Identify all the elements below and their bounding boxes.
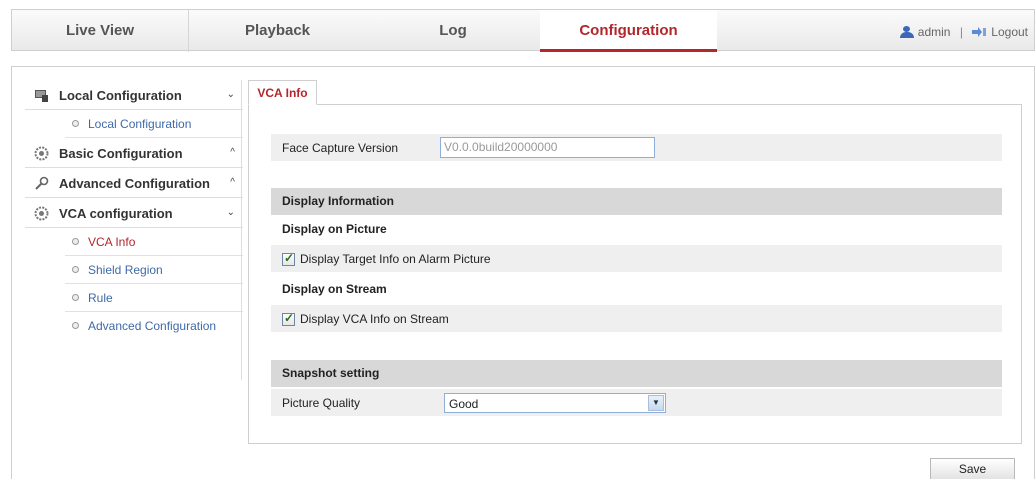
- sidebar-group-title: Basic Configuration: [59, 146, 183, 161]
- top-nav: Live View Playback Log Configuration adm…: [11, 9, 1035, 52]
- sidebar-divider: [241, 80, 242, 380]
- sidebar: Local Configuration ⌄ Local Configuratio…: [25, 80, 243, 340]
- sidebar-group-title: VCA configuration: [59, 206, 173, 221]
- tab-live-view[interactable]: Live View: [12, 10, 189, 52]
- picture-quality-label: Picture Quality: [282, 396, 361, 410]
- display-information-header: Display Information: [271, 188, 1002, 215]
- gear-icon: [34, 146, 49, 161]
- chevron-down-icon[interactable]: ⌄: [227, 207, 235, 218]
- username: admin: [917, 24, 951, 39]
- vca-stream-checkbox[interactable]: [282, 311, 295, 326]
- tab-configuration[interactable]: Configuration: [540, 10, 717, 52]
- wrench-icon: [35, 176, 49, 190]
- tab-playback[interactable]: Playback: [189, 10, 366, 52]
- separator: |: [959, 24, 963, 39]
- logout-link[interactable]: Logout: [991, 25, 1028, 39]
- bullet-icon: [72, 266, 79, 273]
- bullet-icon: [72, 294, 79, 301]
- save-button[interactable]: Save: [930, 458, 1015, 479]
- chevron-up-icon[interactable]: ^: [230, 177, 235, 188]
- alarm-picture-checkbox[interactable]: [282, 251, 295, 266]
- sidebar-item-label: Shield Region: [88, 263, 163, 277]
- sidebar-item-label: Local Configuration: [88, 117, 192, 131]
- chevron-up-icon[interactable]: ^: [230, 147, 235, 158]
- alarm-picture-label: Display Target Info on Alarm Picture: [300, 252, 491, 266]
- display-on-picture-label: Display on Picture: [282, 222, 387, 236]
- logout-icon[interactable]: [972, 26, 987, 37]
- sidebar-item-local-configuration[interactable]: Local Configuration: [65, 110, 243, 138]
- chevron-down-icon[interactable]: ▼: [648, 395, 664, 411]
- sidebar-group-local[interactable]: Local Configuration ⌄: [25, 80, 243, 110]
- sidebar-group-basic[interactable]: Basic Configuration ^: [25, 138, 243, 168]
- sidebar-item-label: VCA Info: [88, 235, 136, 249]
- sidebar-item-rule[interactable]: Rule: [65, 284, 243, 312]
- bullet-icon: [72, 322, 79, 329]
- user-bar: admin | Logout: [899, 10, 1028, 52]
- monitor-icon: [35, 90, 48, 102]
- sidebar-group-title: Advanced Configuration: [59, 176, 210, 191]
- picture-quality-select[interactable]: Good ▼: [444, 393, 666, 413]
- tab-vca-info[interactable]: VCA Info: [248, 80, 317, 105]
- gear-icon: [34, 206, 49, 221]
- vca-stream-label: Display VCA Info on Stream: [300, 312, 449, 326]
- tab-log[interactable]: Log: [366, 10, 540, 52]
- sidebar-item-advanced-configuration[interactable]: Advanced Configuration: [65, 312, 243, 340]
- snapshot-setting-header: Snapshot setting: [271, 360, 1002, 387]
- face-capture-label: Face Capture Version: [282, 141, 399, 155]
- display-on-stream-label: Display on Stream: [282, 282, 387, 296]
- bullet-icon: [72, 120, 79, 127]
- user-icon: [899, 25, 914, 38]
- bullet-icon: [72, 238, 79, 245]
- sidebar-item-label: Rule: [88, 291, 113, 305]
- sidebar-group-advanced[interactable]: Advanced Configuration ^: [25, 168, 243, 198]
- sidebar-item-label: Advanced Configuration: [88, 319, 217, 333]
- picture-quality-value: Good: [449, 397, 479, 411]
- face-capture-version-field[interactable]: V0.0.0build20000000: [440, 137, 655, 158]
- sidebar-item-vca-info[interactable]: VCA Info: [65, 228, 243, 256]
- chevron-down-icon[interactable]: ⌄: [227, 89, 235, 100]
- sidebar-group-title: Local Configuration: [59, 88, 182, 103]
- sidebar-item-shield-region[interactable]: Shield Region: [65, 256, 243, 284]
- sidebar-group-vca[interactable]: VCA configuration ⌄: [25, 198, 243, 228]
